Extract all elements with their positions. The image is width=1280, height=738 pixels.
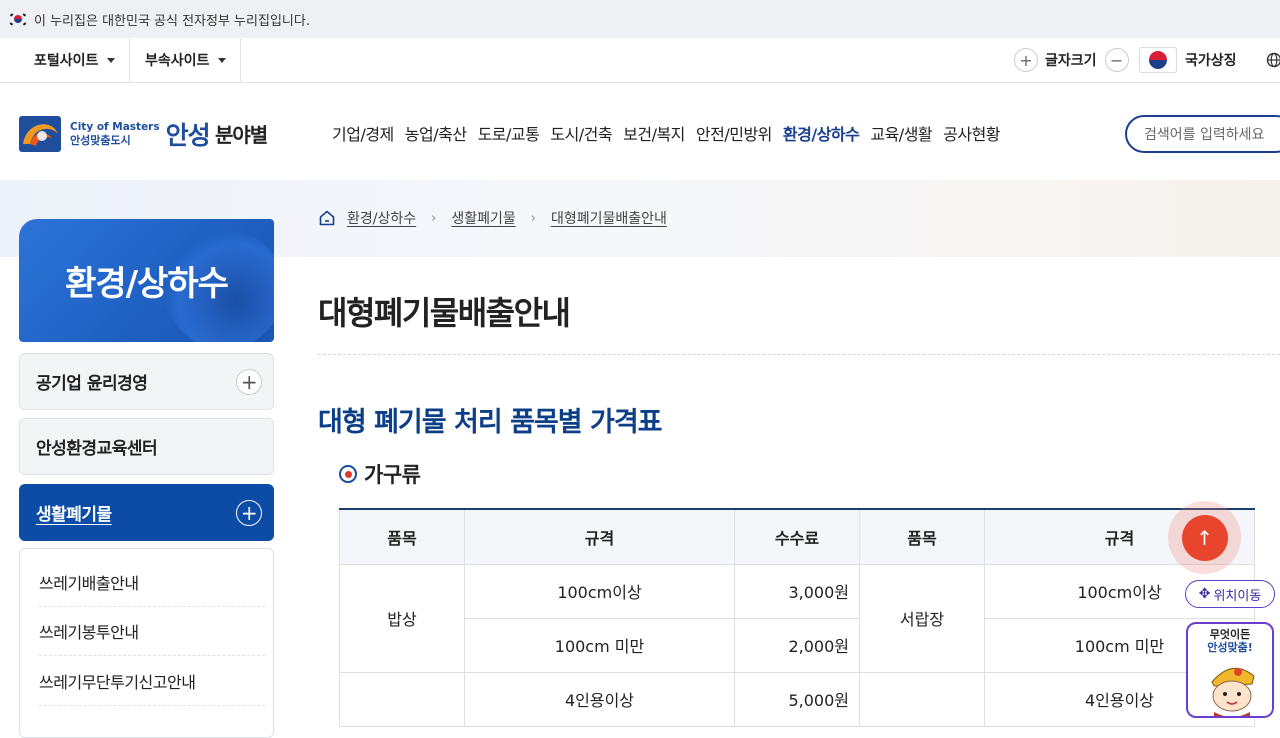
bullet-icon <box>339 465 357 483</box>
nav-item-construction[interactable]: 공사현황 <box>943 121 1000 145</box>
table-cell-item <box>340 672 465 726</box>
font-increase-button[interactable]: + <box>1014 48 1038 72</box>
sidebar-item-label: 생활폐기물 <box>36 500 112 525</box>
affiliated-sites-label: 부속사이트 <box>145 50 209 70</box>
table-row: 100cm 미만 2,000원 100cm 미만 <box>340 618 1255 672</box>
caret-down-icon <box>218 58 226 63</box>
logo-city-name: 안성 <box>166 116 210 152</box>
sidebar-item-env-education[interactable]: 안성환경교육센터 <box>19 418 274 475</box>
font-size-label: 글자크기 <box>1045 50 1097 70</box>
breadcrumb-link-current[interactable]: 대형폐기물배출안내 <box>551 208 667 228</box>
plus-icon[interactable]: + <box>236 500 262 526</box>
scroll-top-button[interactable]: ↑ <box>1168 501 1241 574</box>
breadcrumb-link-waste[interactable]: 생활폐기물 <box>451 208 515 228</box>
main-navigation: 기업/경제 농업/축산 도로/교통 도시/건축 보건/복지 안전/민방위 환경/… <box>332 121 1011 145</box>
globe-icon[interactable] <box>1262 48 1280 72</box>
search-input[interactable]: 검색어를 입력하세요 <box>1125 115 1280 153</box>
table-row: 4인용이상 5,000원 4인용이상 <box>340 672 1255 726</box>
mascot-text-line2: 안성맞춤! <box>1188 641 1272 655</box>
mascot-character-icon <box>1202 656 1262 718</box>
font-decrease-button[interactable]: − <box>1105 48 1129 72</box>
sidebar-title-text: 환경/상하수 <box>65 256 228 305</box>
site-logo[interactable]: City of Masters 안성맞춤도시 안성 <box>18 114 210 154</box>
table-cell-spec: 4인용이상 <box>465 672 735 726</box>
subsection-title-text: 가구류 <box>364 459 420 489</box>
submenu-item-dumping-report[interactable]: 쓰레기무단투기신고안내 <box>39 657 265 706</box>
submenu-item-disposal-guide[interactable]: 쓰레기배출안내 <box>39 558 265 607</box>
submenu-item-bag-guide[interactable]: 쓰레기봉투안내 <box>39 607 265 656</box>
table-cell-fee: 5,000원 <box>735 672 860 726</box>
table-cell-spec: 100cm이상 <box>465 564 735 618</box>
nav-item-roads[interactable]: 도로/교통 <box>478 121 540 145</box>
header-category: 분야별 <box>215 119 267 148</box>
breadcrumb: 환경/상하수 › 생활폐기물 › 대형폐기물배출안내 <box>318 208 667 228</box>
korea-flag-icon <box>10 13 26 25</box>
sidebar-item-label: 안성환경교육센터 <box>36 434 157 459</box>
sidebar-item-ethics[interactable]: 공기업 윤리경영 + <box>19 353 274 410</box>
table-cell-item <box>860 672 985 726</box>
section-title: 대형 폐기물 처리 품목별 가격표 <box>318 400 662 439</box>
nav-item-business[interactable]: 기업/경제 <box>332 121 394 145</box>
table-cell-fee: 3,000원 <box>735 564 860 618</box>
mascot-banner[interactable]: 무엇이든 안성맞춤! <box>1186 622 1274 718</box>
font-size-control: + 글자크기 − <box>1014 38 1129 82</box>
national-symbol-label: 국가상징 <box>1185 50 1237 70</box>
sidebar-item-household-waste[interactable]: 생활폐기물 + <box>19 484 274 541</box>
gov-banner-text: 이 누리집은 대한민국 공식 전자정부 누리집입니다. <box>34 10 310 29</box>
table-header-row: 품목 규격 수수료 품목 규격 <box>340 509 1255 564</box>
chevron-right-icon: › <box>531 211 536 226</box>
nav-item-health[interactable]: 보건/복지 <box>623 121 685 145</box>
arrow-up-icon: ↑ <box>1182 515 1228 561</box>
sidebar-title: 환경/상하수 <box>19 219 274 342</box>
table-row: 밥상 100cm이상 3,000원 서랍장 100cm이상 <box>340 564 1255 618</box>
nav-item-agriculture[interactable]: 농업/축산 <box>405 121 467 145</box>
sidebar-item-label: 공기업 윤리경영 <box>36 369 147 394</box>
breadcrumb-link-environment[interactable]: 환경/상하수 <box>347 208 416 228</box>
move-position-label: 위치이동 <box>1213 585 1261 604</box>
title-divider <box>318 354 1280 355</box>
gov-banner: 이 누리집은 대한민국 공식 전자정부 누리집입니다. <box>0 0 1280 38</box>
portal-sites-dropdown[interactable]: 포털사이트 <box>0 38 130 82</box>
column-header: 수수료 <box>735 509 860 564</box>
table-cell-item: 서랍장 <box>860 564 985 672</box>
move-arrows-icon: ✥ <box>1199 586 1211 602</box>
sidebar-submenu: 쓰레기배출안내 쓰레기봉투안내 쓰레기무단투기신고안내 <box>19 548 274 738</box>
table-cell-fee: 2,000원 <box>735 618 860 672</box>
home-icon[interactable] <box>318 209 336 227</box>
plus-icon[interactable]: + <box>236 369 262 395</box>
search-placeholder: 검색어를 입력하세요 <box>1144 124 1264 144</box>
chevron-right-icon: › <box>431 211 436 226</box>
price-table: 품목 규격 수수료 품목 규격 밥상 100cm이상 3,000원 서랍장 10… <box>339 508 1255 727</box>
logo-slogan: 안성맞춤도시 <box>70 134 160 147</box>
move-position-button[interactable]: ✥ 위치이동 <box>1185 580 1275 608</box>
caret-down-icon <box>107 58 115 63</box>
affiliated-sites-dropdown[interactable]: 부속사이트 <box>130 38 241 82</box>
table-cell-spec: 100cm 미만 <box>465 618 735 672</box>
anseong-logo-icon <box>18 114 62 154</box>
nav-item-safety[interactable]: 안전/민방위 <box>696 121 772 145</box>
table-cell-item: 밥상 <box>340 564 465 672</box>
subsection-title: 가구류 <box>339 459 420 489</box>
nav-item-urban[interactable]: 도시/건축 <box>550 121 612 145</box>
column-header: 규격 <box>465 509 735 564</box>
portal-sites-label: 포털사이트 <box>34 50 98 70</box>
column-header: 품목 <box>340 509 465 564</box>
utility-bar: 포털사이트 부속사이트 + 글자크기 − 국가상징 <box>0 38 1280 83</box>
nav-item-environment[interactable]: 환경/상하수 <box>783 121 859 145</box>
national-symbol-link[interactable]: 국가상징 <box>1139 38 1237 82</box>
column-header: 품목 <box>860 509 985 564</box>
nav-item-education[interactable]: 교육/생활 <box>870 121 932 145</box>
mascot-text-line1: 무엇이든 <box>1188 628 1272 642</box>
page-title: 대형폐기물배출안내 <box>318 288 569 334</box>
flag-icon <box>1139 47 1177 73</box>
logo-english: City of Masters <box>70 121 160 134</box>
logo-text: City of Masters 안성맞춤도시 <box>70 121 160 147</box>
